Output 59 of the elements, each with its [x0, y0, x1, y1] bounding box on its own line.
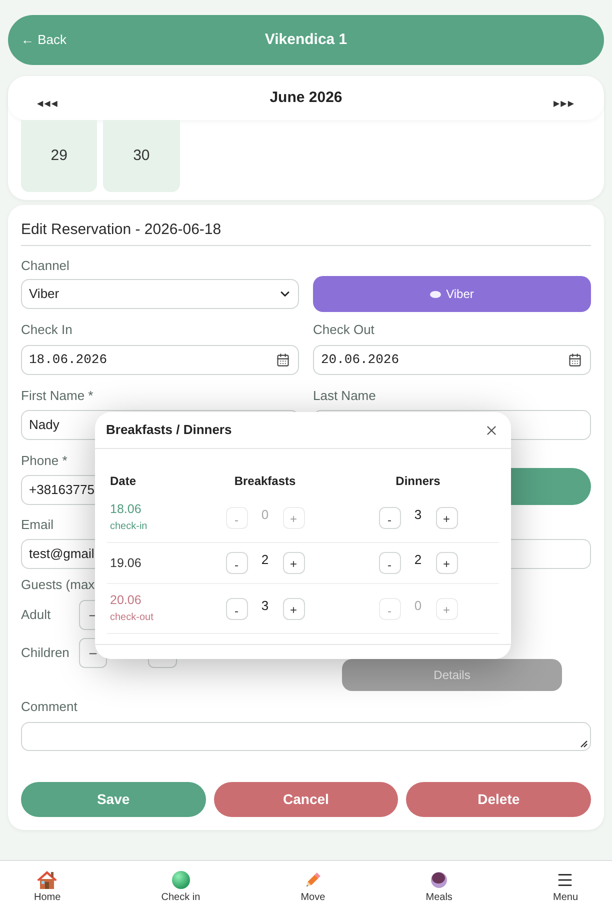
minus-button[interactable]: - — [378, 552, 400, 574]
bowl-icon — [430, 870, 448, 888]
field-label: Comment — [21, 699, 78, 715]
channel-select[interactable]: Viber — [21, 279, 299, 309]
channel-badge-button[interactable]: Viber — [313, 276, 591, 312]
check-out-date-field[interactable]: 20.06.2026 — [313, 345, 591, 375]
guest-type-label: Adult — [21, 606, 52, 624]
minus-button[interactable]: - — [226, 598, 248, 620]
count-value: 3 — [260, 598, 270, 614]
date-note: check-out — [110, 611, 154, 625]
plus-button[interactable]: + — [436, 506, 458, 528]
field-label: Last Name — [313, 388, 376, 404]
field-label: Channel — [21, 258, 70, 274]
pencil-icon — [304, 870, 322, 888]
count-value: 3 — [413, 506, 423, 522]
day-tile[interactable]: 30 — [103, 120, 180, 192]
month-title: June 2026 — [270, 88, 342, 108]
nav-item[interactable]: Home — [34, 870, 61, 904]
comment-field[interactable] — [21, 722, 591, 751]
bubble-icon — [430, 290, 442, 298]
nav-item[interactable]: Meals — [426, 870, 452, 904]
column-header: Dinners — [396, 473, 440, 490]
resize-grip-icon — [580, 740, 588, 748]
field-label: Phone * — [21, 453, 68, 469]
day-tile[interactable]: 29 — [21, 120, 98, 192]
nav-item[interactable]: Check in — [161, 870, 200, 904]
dialog-title: Breakfasts / Dinners — [106, 421, 232, 440]
nav-item[interactable]: Menu — [552, 870, 578, 904]
field-label: First Name * — [21, 388, 94, 404]
count-value: 2 — [413, 552, 423, 568]
page-title: Vikendica 1 — [264, 30, 348, 50]
house-icon — [37, 870, 58, 888]
count-value: 0 — [413, 598, 423, 614]
guest-type-label: Children — [21, 644, 70, 662]
field-label: Check Out — [313, 322, 374, 338]
sphere-icon — [172, 870, 190, 888]
column-header: Breakfasts — [234, 473, 296, 490]
field-label: Check In — [21, 322, 72, 338]
date-note: check-in — [110, 520, 148, 534]
count-value: 2 — [260, 552, 270, 568]
minus-button[interactable]: - — [226, 552, 248, 574]
field-label: Email — [21, 517, 54, 533]
date-text: 20.06 — [110, 592, 142, 608]
check-in-date-field[interactable]: 18.06.2026 — [21, 345, 299, 375]
calendar-icon — [568, 353, 582, 367]
form-title: Edit Reservation - 2026-06-18 — [21, 220, 222, 240]
count-value: 0 — [260, 506, 270, 522]
field-label: Guests (max — [21, 577, 95, 593]
next-month-button[interactable]: ▶▶▶ — [554, 98, 575, 110]
plus-button[interactable]: + — [282, 598, 304, 620]
previous-month-button[interactable]: ◀◀◀ — [37, 98, 58, 110]
calendar-icon — [276, 353, 290, 367]
date-text: 18.06 — [110, 501, 142, 517]
minus-button[interactable]: - — [378, 506, 400, 528]
column-header: Date — [110, 474, 136, 488]
date-text: 19.06 — [110, 555, 142, 571]
plus-button[interactable]: + — [282, 552, 304, 574]
nav-item[interactable]: Move — [300, 870, 326, 904]
plus-button[interactable]: + — [436, 552, 458, 574]
